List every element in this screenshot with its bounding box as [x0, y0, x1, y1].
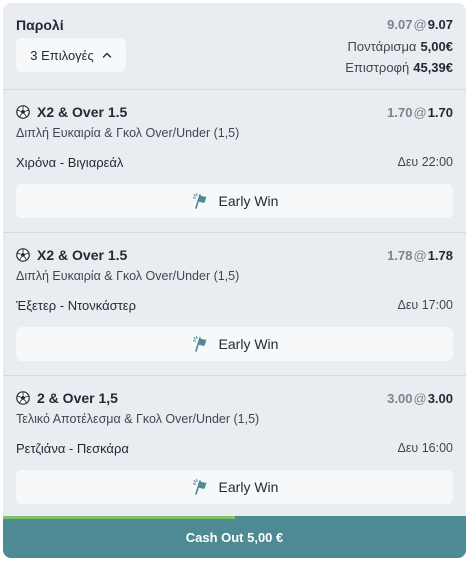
cash-out-button[interactable]: Cash Out 5,00 € [3, 516, 466, 558]
return-label: Επιστροφή [345, 60, 410, 75]
stake-label: Ποντάρισμα [347, 39, 417, 54]
bet-slip-header: Παρολί 9.07@9.07 3 Επιλογές Ποντάρισμα 5,… [3, 3, 466, 90]
selection-description: Διπλή Ευκαιρία & Γκολ Over/Under (1,5) [16, 269, 240, 283]
selection-odds-new: 3.00 [427, 391, 453, 406]
selection-market: X2 & Over 1.5 [37, 104, 128, 120]
total-odds-old: 9.07 [387, 17, 413, 32]
selection-match: Έξετερ - Ντονκάστερ [16, 298, 136, 313]
selection-header: X2 & Over 1.5 [16, 104, 127, 120]
selection-odds: 1.70@1.70 [387, 105, 453, 120]
selection-market: X2 & Over 1.5 [37, 247, 128, 263]
soccer-ball-icon [16, 248, 30, 262]
soccer-ball-icon [16, 391, 30, 405]
selection-odds-old: 1.78 [387, 248, 413, 263]
selection-match: Χιρόνα - Βιγιαρεάλ [16, 155, 124, 170]
soccer-ball-icon [16, 105, 30, 119]
total-odds-new: 9.07 [427, 17, 453, 32]
early-win-icon [192, 336, 207, 352]
selections-toggle-button[interactable]: 3 Επιλογές [16, 38, 126, 72]
selection-description: Τελικό Αποτέλεσμα & Γκολ Over/Under (1,5… [16, 412, 260, 426]
selection-market: 2 & Over 1,5 [37, 390, 118, 406]
odds-at-sign: @ [413, 391, 427, 406]
selection-header: X2 & Over 1.5 [16, 247, 127, 263]
stake-row: Ποντάρισμα 5,00€ [348, 39, 453, 54]
bet-type-title: Παρολί [16, 17, 64, 33]
selection-description: Διπλή Ευκαιρία & Γκολ Over/Under (1,5) [16, 126, 240, 140]
early-win-icon [192, 193, 207, 209]
odds-at-sign: @ [413, 248, 427, 263]
bet-slip-card: Παρολί 9.07@9.07 3 Επιλογές Ποντάρισμα 5,… [3, 3, 466, 558]
early-win-icon [192, 479, 207, 495]
return-value: 45,39€ [413, 60, 453, 75]
odds-at-sign: @ [413, 17, 427, 32]
selection-odds-old: 3.00 [387, 391, 413, 406]
early-win-label: Early Win [218, 479, 279, 495]
early-win-button[interactable]: Early Win [16, 184, 453, 218]
selection-item: X2 & Over 1.5 1.70@1.70 Διπλή Ευκαιρία &… [3, 90, 466, 233]
selection-item: 2 & Over 1,5 3.00@3.00 Τελικό Αποτέλεσμα… [3, 376, 466, 519]
early-win-label: Early Win [218, 336, 279, 352]
selection-time: Δευ 17:00 [397, 298, 453, 312]
selection-time: Δευ 16:00 [397, 441, 453, 455]
selection-odds-new: 1.78 [427, 248, 453, 263]
selection-odds-new: 1.70 [427, 105, 453, 120]
cash-out-progress-bar [3, 516, 235, 519]
early-win-label: Early Win [218, 193, 279, 209]
chevron-up-icon [102, 52, 111, 58]
selection-item: X2 & Over 1.5 1.78@1.78 Διπλή Ευκαιρία &… [3, 233, 466, 376]
selection-odds-old: 1.70 [387, 105, 413, 120]
selection-time: Δευ 22:00 [397, 155, 453, 169]
selections-toggle-label: 3 Επιλογές [30, 47, 94, 63]
odds-at-sign: @ [413, 105, 427, 120]
return-row: Επιστροφή 45,39€ [345, 60, 453, 75]
selection-header: 2 & Over 1,5 [16, 390, 118, 406]
stake-value: 5,00€ [420, 39, 453, 54]
early-win-button[interactable]: Early Win [16, 327, 453, 361]
selection-odds: 1.78@1.78 [387, 248, 453, 263]
cash-out-label: Cash Out 5,00 € [185, 529, 284, 545]
selection-match: Ρετζιάνα - Πεσκάρα [16, 441, 129, 456]
early-win-button[interactable]: Early Win [16, 470, 453, 504]
total-odds: 9.07@9.07 [387, 17, 453, 32]
selection-odds: 3.00@3.00 [387, 391, 453, 406]
